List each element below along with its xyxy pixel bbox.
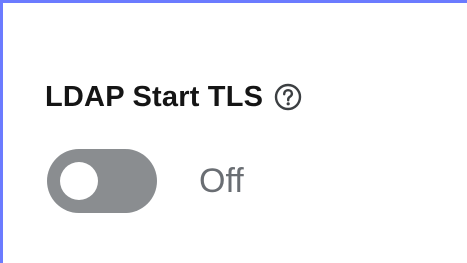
toggle-state-label: Off (199, 161, 244, 200)
form-field-panel: LDAP Start TLS Off (0, 0, 467, 263)
question-circle-icon-graphic (274, 83, 302, 111)
field-label: LDAP Start TLS (45, 80, 264, 113)
toggle-row: Off (47, 149, 244, 213)
ldap-start-tls-toggle[interactable] (47, 149, 157, 213)
toggle-knob (60, 162, 98, 200)
question-circle-icon[interactable] (273, 82, 303, 112)
field-header: LDAP Start TLS (45, 79, 303, 115)
